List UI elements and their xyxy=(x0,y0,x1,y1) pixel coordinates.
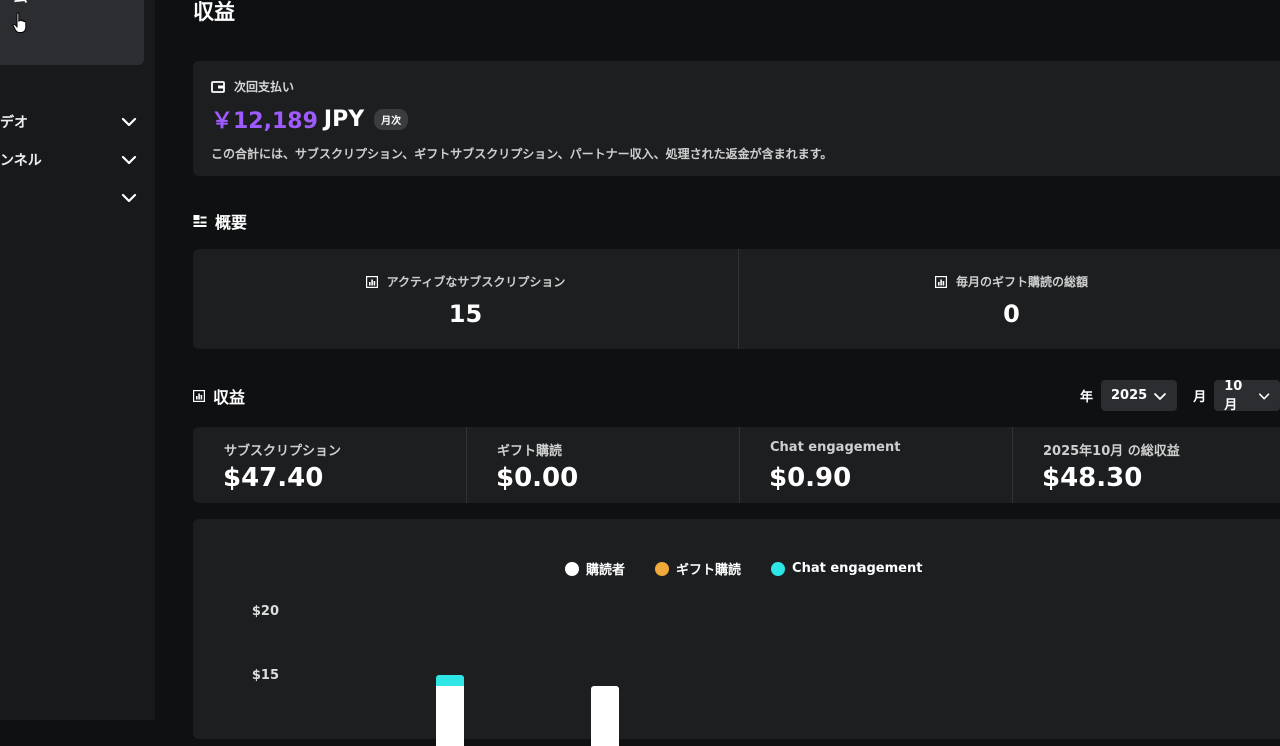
overview-cell-active-subs: アクティブなサブスクリプション 15 xyxy=(193,249,738,349)
legend-label: 購読者 xyxy=(586,563,626,578)
payout-description: この合計には、サブスクリプション、ギフトサブスクリプション、パートナー収入、処理… xyxy=(211,147,833,161)
payout-frequency-badge: 月次 xyxy=(374,108,409,130)
overview-cell-gift-total: 毎月のギフト購読の総額 0 xyxy=(739,249,1280,349)
chevron-down-icon xyxy=(121,193,137,203)
stat-chat-engagement: Chat engagement $0.90 xyxy=(739,427,1012,503)
chevron-down-icon xyxy=(121,155,137,165)
stat-label: 2025年10月 の総収益 xyxy=(1043,444,1180,459)
payout-heading-label: 次回支払い xyxy=(234,80,295,94)
stat-label: Chat engagement xyxy=(770,440,901,455)
next-payout-card: 次回支払い ￥12,189 JPY 月次 この合計には、サブスクリプション、ギフ… xyxy=(193,61,1280,176)
overview-value: 15 xyxy=(448,300,483,328)
legend-dot xyxy=(655,561,670,576)
year-value: 2025 xyxy=(1111,388,1148,403)
sidebar-item-more[interactable] xyxy=(0,186,144,210)
legend-label: ギフト購読 xyxy=(676,563,742,578)
chevron-down-icon xyxy=(1258,392,1270,399)
legend-item-gift-subs[interactable]: ギフト購読 xyxy=(655,559,741,578)
y-tick-label: $15 xyxy=(251,668,279,683)
y-tick-label: $20 xyxy=(251,604,279,619)
stat-value: $47.40 xyxy=(223,463,324,493)
chevron-down-icon xyxy=(1154,392,1167,400)
payout-currency: JPY xyxy=(323,106,365,132)
sidebar-item-channel[interactable]: ンネル xyxy=(0,148,144,172)
chart-legend: 購読者 ギフト購読 Chat engagement xyxy=(565,559,922,578)
stat-value: $48.30 xyxy=(1042,463,1143,493)
overview-label: アクティブなサブスクリプション xyxy=(386,275,566,289)
chart-icon xyxy=(193,390,205,402)
overview-heading-label: 概要 xyxy=(215,213,248,232)
bar-subscribers[interactable] xyxy=(436,686,464,746)
legend-dot xyxy=(771,561,786,576)
bar-chat-engagement[interactable] xyxy=(436,675,464,686)
month-value: 10月 xyxy=(1224,378,1243,413)
stat-total-revenue: 2025年10月 の総収益 $48.30 xyxy=(1012,427,1280,503)
chart-icon xyxy=(934,275,947,288)
year-label: 年 xyxy=(1080,390,1094,405)
revenue-heading-label: 収益 xyxy=(213,388,246,407)
overview-value: 0 xyxy=(1003,300,1020,328)
revenue-heading: 収益 xyxy=(193,384,245,408)
sidebar-item-label: ンネル xyxy=(0,153,42,169)
payout-heading: 次回支払い xyxy=(211,78,294,95)
bar-subscribers[interactable] xyxy=(591,686,619,746)
overview-icon xyxy=(193,215,207,227)
sidebar-item-label: デオ xyxy=(0,115,28,131)
wallet-icon xyxy=(211,80,225,93)
legend-dot xyxy=(565,561,579,576)
overview-heading: 概要 xyxy=(193,209,247,233)
payout-amount-row: ￥12,189 JPY 月次 xyxy=(211,103,409,135)
page-title: 収益 xyxy=(193,0,235,24)
stat-subscriptions: サブスクリプション $47.40 xyxy=(193,427,466,503)
revenue-chart: 購読者 ギフト購読 Chat engagement $20 $15 xyxy=(193,519,1280,746)
date-selectors: 年 2025 月 10月 xyxy=(1080,378,1280,413)
legend-item-subscribers[interactable]: 購読者 xyxy=(565,559,625,578)
revenue-stats-card: サブスクリプション $47.40 ギフト購読 $0.00 Chat engage… xyxy=(193,427,1280,503)
stat-label: ギフト購読 xyxy=(497,444,563,459)
sidebar: ーム デオ ンネル xyxy=(0,0,155,720)
overview-card: アクティブなサブスクリプション 15 毎月のギフト購読の総額 0 xyxy=(193,249,1280,349)
sidebar-item-video[interactable]: デオ xyxy=(0,110,144,134)
year-select[interactable]: 2025 xyxy=(1101,380,1178,411)
stat-value: $0.90 xyxy=(769,463,852,493)
legend-item-chat-engagement[interactable]: Chat engagement xyxy=(771,561,922,576)
overview-label: 毎月のギフト購読の総額 xyxy=(955,275,1088,289)
stat-gift-subs: ギフト購読 $0.00 xyxy=(466,427,739,503)
month-select[interactable]: 10月 xyxy=(1214,378,1280,413)
overview-label-row: アクティブなサブスクリプション xyxy=(193,273,738,290)
chevron-down-icon xyxy=(121,117,137,127)
chart-icon xyxy=(365,275,378,288)
main-content: 収益 次回支払い ￥12,189 JPY 月次 この合計には、サブスクリプション… xyxy=(155,0,1280,746)
legend-label: Chat engagement xyxy=(792,561,923,576)
stat-label: サブスクリプション xyxy=(224,444,342,459)
sidebar-item-label: ーム xyxy=(0,0,28,6)
overview-label-row: 毎月のギフト購読の総額 xyxy=(739,273,1280,290)
month-label: 月 xyxy=(1193,390,1207,405)
hand-cursor-icon xyxy=(12,12,27,33)
stat-value: $0.00 xyxy=(496,463,579,493)
payout-amount: ￥12,189 xyxy=(211,109,318,134)
